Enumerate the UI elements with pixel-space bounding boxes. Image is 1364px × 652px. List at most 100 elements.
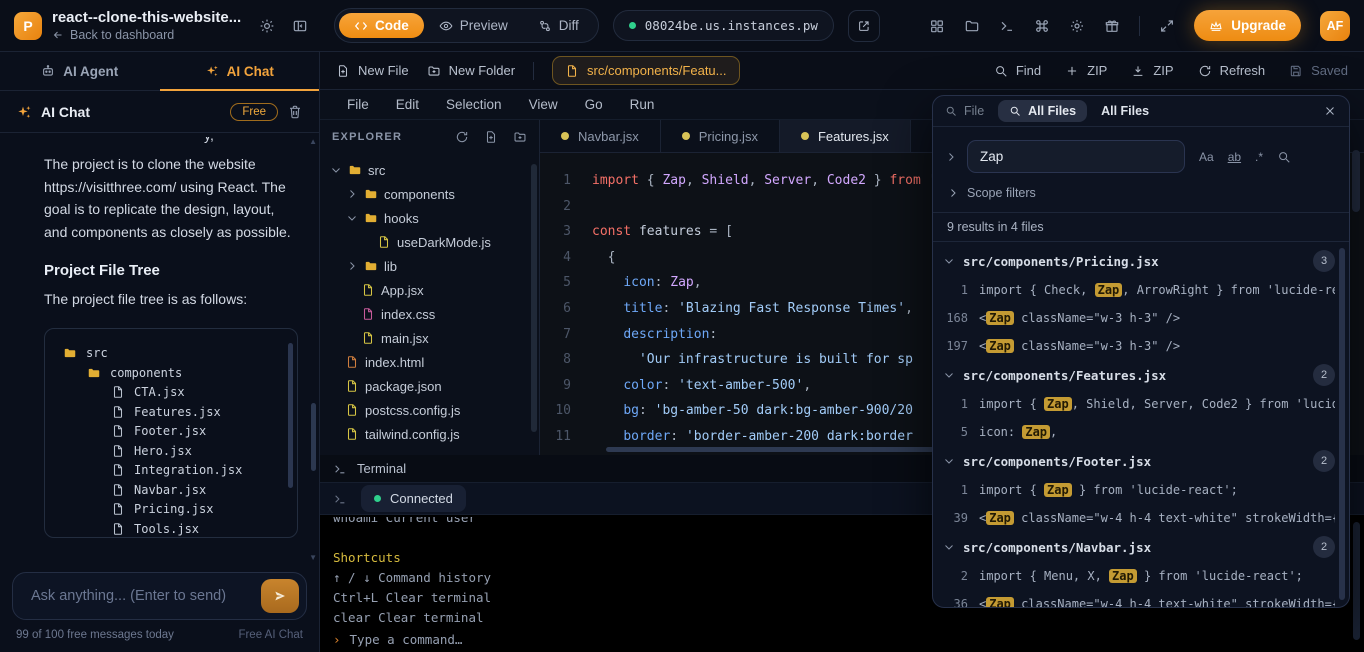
- explorer-scrollbar[interactable]: [531, 164, 537, 432]
- tab-diff[interactable]: Diff: [523, 13, 594, 38]
- editor-tab-Navbar.jsx[interactable]: Navbar.jsx: [540, 120, 661, 152]
- editor-tab-label: Pricing.jsx: [699, 129, 758, 144]
- explorer-item-tailwind.config.js[interactable]: tailwind.config.js: [320, 422, 539, 446]
- editor-tab-Features.jsx[interactable]: Features.jsx: [780, 120, 911, 152]
- menu-item-view[interactable]: View: [529, 97, 558, 112]
- explorer-item-postcss.config.js[interactable]: postcss.config.js: [320, 398, 539, 422]
- editor-vscrollbar[interactable]: [1352, 150, 1360, 212]
- back-to-dashboard-link[interactable]: Back to dashboard: [52, 28, 241, 43]
- result-file-header[interactable]: src/components/Navbar.jsx2: [943, 532, 1335, 562]
- new-file-button[interactable]: New File: [336, 63, 409, 78]
- explorer-item-hooks[interactable]: hooks: [320, 206, 539, 230]
- search-icon[interactable]: [1277, 150, 1291, 164]
- menu-item-file[interactable]: File: [347, 97, 369, 112]
- new-file-icon[interactable]: [484, 130, 498, 144]
- match-highlight: Zap: [986, 597, 1014, 608]
- scroll-up-arrow[interactable]: ▲: [309, 137, 317, 146]
- tab-ai-chat[interactable]: AI Chat: [160, 52, 320, 90]
- tab-code[interactable]: Code: [339, 13, 424, 38]
- menu-item-edit[interactable]: Edit: [396, 97, 419, 112]
- result-file-name: src/components/Features.jsx: [963, 368, 1166, 383]
- result-file-header[interactable]: src/components/Pricing.jsx3: [943, 246, 1335, 276]
- menu-item-run[interactable]: Run: [630, 97, 655, 112]
- match-case-toggle[interactable]: Aa: [1199, 150, 1214, 164]
- folder-icon[interactable]: [964, 18, 980, 34]
- theme-sun-icon[interactable]: [259, 18, 275, 34]
- new-folder-button[interactable]: New Folder: [427, 63, 515, 78]
- explorer-item-index.html[interactable]: index.html: [320, 350, 539, 374]
- chat-tree-scrollbar[interactable]: [288, 343, 293, 488]
- close-icon[interactable]: [1323, 104, 1337, 118]
- chat-message-area[interactable]: y, The project is to clone the website h…: [0, 133, 319, 564]
- search-match-row[interactable]: 1import { Zap, Shield, Server, Code2 } f…: [943, 390, 1335, 418]
- download-zip-button[interactable]: ZIP: [1131, 63, 1173, 78]
- chevron-down-icon[interactable]: [330, 164, 342, 176]
- search-tab-file[interactable]: File: [945, 104, 984, 118]
- collapse-panel-icon[interactable]: [292, 18, 308, 34]
- explorer-item-index.css[interactable]: index.css: [320, 302, 539, 326]
- explorer-item-components[interactable]: components: [320, 182, 539, 206]
- settings-gear-icon[interactable]: [1069, 18, 1085, 34]
- new-folder-icon: [427, 64, 441, 78]
- search-match-row[interactable]: 168<Zap className="w-3 h-3" />: [943, 304, 1335, 332]
- search-input[interactable]: [967, 140, 1185, 173]
- explorer-item-main.jsx[interactable]: main.jsx: [320, 326, 539, 350]
- search-results-scrollbar[interactable]: [1339, 248, 1345, 600]
- new-folder-icon[interactable]: [513, 130, 527, 144]
- search-match-row[interactable]: 1import { Check, Zap, ArrowRight } from …: [943, 276, 1335, 304]
- ai-panel-tabs: AI Agent AI Chat: [0, 52, 319, 91]
- chevron-down-icon[interactable]: [346, 212, 358, 224]
- search-tab-file-label: File: [964, 104, 984, 118]
- gift-icon[interactable]: [1104, 18, 1120, 34]
- refresh-button[interactable]: Refresh: [1198, 63, 1266, 78]
- editor-hscrollbar[interactable]: [606, 447, 934, 452]
- chevron-right-icon[interactable]: [346, 260, 358, 272]
- terminal-icon[interactable]: [999, 18, 1015, 34]
- search-tab-all-files-2[interactable]: All Files: [1101, 104, 1149, 118]
- search-match-row[interactable]: 197<Zap className="w-3 h-3" />: [943, 332, 1335, 360]
- menu-item-go[interactable]: Go: [585, 97, 603, 112]
- scope-filters-toggle[interactable]: Scope filters: [933, 173, 1349, 200]
- new-file-icon: [336, 64, 350, 78]
- chevron-right-icon[interactable]: [945, 151, 957, 163]
- layout-grid-icon[interactable]: [929, 18, 945, 34]
- send-button[interactable]: [261, 579, 299, 613]
- chat-input[interactable]: [31, 588, 261, 604]
- editor-tab-Pricing.jsx[interactable]: Pricing.jsx: [661, 120, 780, 152]
- explorer-item-src[interactable]: src: [320, 158, 539, 182]
- upload-zip-button[interactable]: ZIP: [1065, 63, 1107, 78]
- instance-url[interactable]: 08024be.us.instances.pw: [613, 10, 834, 41]
- menu-item-selection[interactable]: Selection: [446, 97, 502, 112]
- search-match-row[interactable]: 1import { Zap } from 'lucide-react';: [943, 476, 1335, 504]
- chevron-right-icon[interactable]: [346, 188, 358, 200]
- search-match-row[interactable]: 36<Zap className="w-4 h-4 text-white" st…: [943, 590, 1335, 608]
- whole-word-toggle[interactable]: ab: [1228, 150, 1241, 164]
- regex-toggle[interactable]: .*: [1255, 150, 1263, 164]
- explorer-item-lib[interactable]: lib: [320, 254, 539, 278]
- explorer-item-App.jsx[interactable]: App.jsx: [320, 278, 539, 302]
- refresh-icon[interactable]: [455, 130, 469, 144]
- tab-preview[interactable]: Preview: [424, 13, 523, 38]
- upgrade-button[interactable]: Upgrade: [1194, 10, 1301, 41]
- search-match-row[interactable]: 2import { Menu, X, Zap } from 'lucide-re…: [943, 562, 1335, 590]
- search-match-row[interactable]: 39<Zap className="w-4 h-4 text-white" st…: [943, 504, 1335, 532]
- search-tab-all-files[interactable]: All Files: [998, 100, 1087, 122]
- result-file-header[interactable]: src/components/Footer.jsx2: [943, 446, 1335, 476]
- command-icon[interactable]: [1034, 18, 1050, 34]
- chat-scrollbar-thumb[interactable]: [311, 403, 316, 471]
- trash-icon[interactable]: [287, 104, 303, 120]
- result-file-header[interactable]: src/components/Features.jsx2: [943, 360, 1335, 390]
- user-avatar[interactable]: AF: [1320, 11, 1350, 41]
- terminal-prompt[interactable]: ›Type a command…: [333, 630, 1364, 650]
- chat-panel-title: AI Chat: [41, 104, 90, 120]
- explorer-item-package.json[interactable]: package.json: [320, 374, 539, 398]
- open-file-tab[interactable]: src/components/Featu...: [552, 56, 739, 85]
- tab-ai-agent[interactable]: AI Agent: [0, 52, 160, 90]
- terminal-vscrollbar[interactable]: [1353, 522, 1360, 640]
- find-button[interactable]: Find: [994, 63, 1041, 78]
- scroll-down-arrow[interactable]: ▼: [309, 553, 317, 562]
- fullscreen-icon[interactable]: [1159, 18, 1175, 34]
- search-match-row[interactable]: 5icon: Zap,: [943, 418, 1335, 446]
- open-external-button[interactable]: [848, 10, 880, 42]
- explorer-item-useDarkMode.js[interactable]: useDarkMode.js: [320, 230, 539, 254]
